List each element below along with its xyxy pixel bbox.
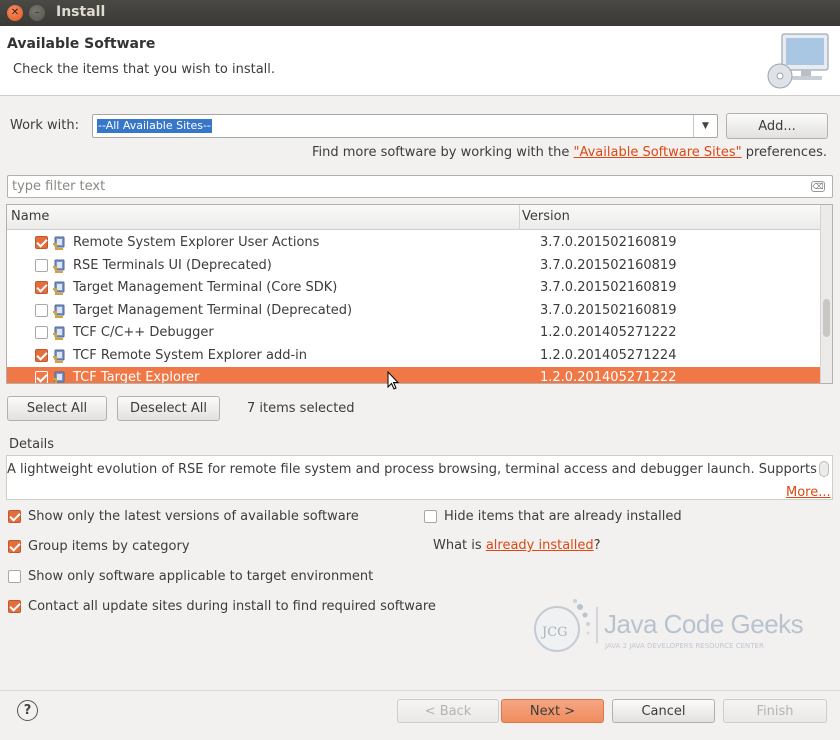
latest-only-label: Show only the latest versions of availab…	[28, 509, 359, 524]
already-installed-link[interactable]: already installed	[486, 538, 594, 553]
table-row[interactable]: TCF Remote System Explorer add-in 1.2.0.2…	[7, 345, 820, 367]
plugin-icon	[52, 258, 68, 274]
scrollbar-thumb[interactable]	[823, 299, 830, 337]
row-version: 3.7.0.201502160819	[540, 302, 677, 318]
table-header: Name Version	[7, 205, 820, 230]
table-row[interactable]: RSE Terminals UI (Deprecated) 3.7.0.20150…	[7, 255, 820, 277]
window-titlebar: ✕ – Install	[0, 0, 840, 26]
contact-sites-label: Contact all update sites during install …	[28, 599, 436, 614]
jcg-name-text: Java Code Geeks	[604, 609, 804, 639]
row-version: 1.2.0.201405271224	[540, 347, 677, 363]
details-text: A lightweight evolution of RSE for remot…	[7, 462, 817, 477]
install-computer-icon	[767, 33, 829, 89]
plugin-icon	[52, 348, 68, 364]
row-version: 1.2.0.201405271222	[540, 325, 677, 340]
details-panel: A lightweight evolution of RSE for remot…	[6, 455, 833, 500]
window-title: Install	[56, 4, 106, 20]
back-button[interactable]: < Back	[397, 699, 499, 723]
software-table[interactable]: Name Version Remote System Explorer User…	[6, 204, 833, 384]
row-checkbox[interactable]	[35, 371, 48, 383]
row-checkbox[interactable]	[35, 303, 48, 317]
group-by-category-checkbox[interactable]	[8, 540, 21, 553]
row-version: 3.7.0.201502160819	[540, 257, 677, 273]
hide-installed-checkbox[interactable]	[424, 510, 437, 523]
plugin-icon	[52, 325, 68, 341]
filter-input[interactable]: type filter text ⌫	[7, 175, 833, 198]
row-checkbox[interactable]	[35, 236, 48, 249]
applicable-only-checkbox[interactable]	[8, 570, 21, 583]
available-sites-link[interactable]: "Available Software Sites"	[574, 145, 742, 160]
deselect-all-button[interactable]: Deselect All	[117, 396, 220, 421]
details-label: Details	[9, 437, 55, 452]
find-more-prefix: Find more software by working with the	[312, 145, 574, 160]
row-name: TCF Target Explorer	[73, 370, 200, 384]
latest-only-checkbox[interactable]	[8, 510, 21, 523]
what-is-prefix: What is	[433, 538, 486, 553]
wizard-header: Available Software Check the items that …	[0, 26, 840, 96]
work-with-label: Work with:	[10, 118, 80, 133]
contact-sites-checkbox[interactable]	[8, 600, 21, 613]
selected-count: 7 items selected	[247, 401, 355, 416]
jcg-tagline-text: JAVA 2 JAVA DEVELOPERS RESOURCE CENTER	[605, 642, 764, 650]
row-checkbox[interactable]	[35, 348, 48, 362]
work-with-combo[interactable]: --All Available Sites-- ▼	[92, 114, 718, 138]
close-icon[interactable]: ✕	[7, 5, 23, 21]
table-row[interactable]: Target Management Terminal (Deprecated) 3…	[7, 300, 820, 322]
page-title: Available Software	[7, 36, 156, 52]
table-row[interactable]: TCF C/C++ Debugger 1.2.0.201405271222	[7, 322, 820, 344]
row-checkbox[interactable]	[35, 281, 48, 294]
cancel-button[interactable]: Cancel	[612, 699, 715, 723]
more-details-link[interactable]: More...	[786, 485, 831, 500]
row-name: RSE Terminals UI (Deprecated)	[73, 257, 272, 273]
find-more-suffix: preferences.	[741, 145, 827, 160]
row-name: Target Management Terminal (Deprecated)	[73, 302, 353, 318]
plugin-icon	[52, 303, 68, 319]
column-header-version[interactable]: Version	[522, 209, 570, 224]
row-version: 3.7.0.201502160819	[540, 235, 677, 250]
next-button[interactable]: Next >	[501, 699, 604, 723]
select-all-button[interactable]: Select All	[7, 396, 107, 421]
add-site-button[interactable]: Add...	[726, 113, 828, 139]
page-subtitle: Check the items that you wish to install…	[13, 62, 276, 77]
row-version: 1.2.0.201405271222	[540, 370, 677, 384]
dropdown-arrow-icon[interactable]: ▼	[693, 115, 717, 137]
jcg-badge-text: JCG	[542, 625, 568, 640]
table-scrollbar[interactable]	[820, 205, 832, 383]
find-more-text: Find more software by working with the "…	[312, 145, 827, 160]
row-name: Target Management Terminal (Core SDK)	[73, 280, 338, 295]
column-divider[interactable]	[519, 205, 520, 230]
hide-installed-label: Hide items that are already installed	[444, 509, 682, 524]
plugin-icon	[52, 370, 68, 383]
minimize-icon[interactable]: –	[29, 5, 45, 21]
row-name: TCF Remote System Explorer add-in	[73, 347, 308, 363]
footer-separator	[0, 690, 840, 691]
finish-button[interactable]: Finish	[723, 699, 827, 723]
help-icon[interactable]: ?	[17, 700, 38, 721]
work-with-value: --All Available Sites--	[97, 119, 212, 133]
mouse-cursor-icon	[387, 371, 399, 390]
applicable-only-label: Show only software applicable to target …	[28, 569, 374, 584]
row-checkbox[interactable]	[35, 258, 48, 272]
plugin-icon	[52, 280, 68, 296]
group-by-category-label: Group items by category	[28, 539, 190, 554]
table-row[interactable]: Target Management Terminal (Core SDK) 3.7…	[7, 277, 820, 299]
table-row[interactable]: TCF Target Explorer 1.2.0.201405271222	[7, 367, 820, 384]
column-header-name[interactable]: Name	[11, 209, 49, 224]
row-checkbox[interactable]	[35, 326, 48, 339]
row-version: 3.7.0.201502160819	[540, 280, 677, 295]
details-scrollbar[interactable]	[819, 461, 829, 477]
what-is-installed-text: What is already installed?	[433, 538, 601, 553]
plugin-icon	[52, 235, 68, 251]
filter-placeholder: type filter text	[12, 179, 106, 194]
row-name: Remote System Explorer User Actions	[73, 235, 320, 250]
watermark-divider	[596, 607, 598, 643]
java-code-geeks-watermark: JCG Java Code Geeks JAVA 2 JAVA DEVELOPE…	[530, 595, 804, 665]
row-name: TCF C/C++ Debugger	[73, 325, 214, 340]
what-is-suffix: ?	[593, 538, 601, 553]
table-row[interactable]: Remote System Explorer User Actions 3.7.0…	[7, 232, 820, 254]
clear-filter-icon[interactable]: ⌫	[811, 181, 825, 192]
